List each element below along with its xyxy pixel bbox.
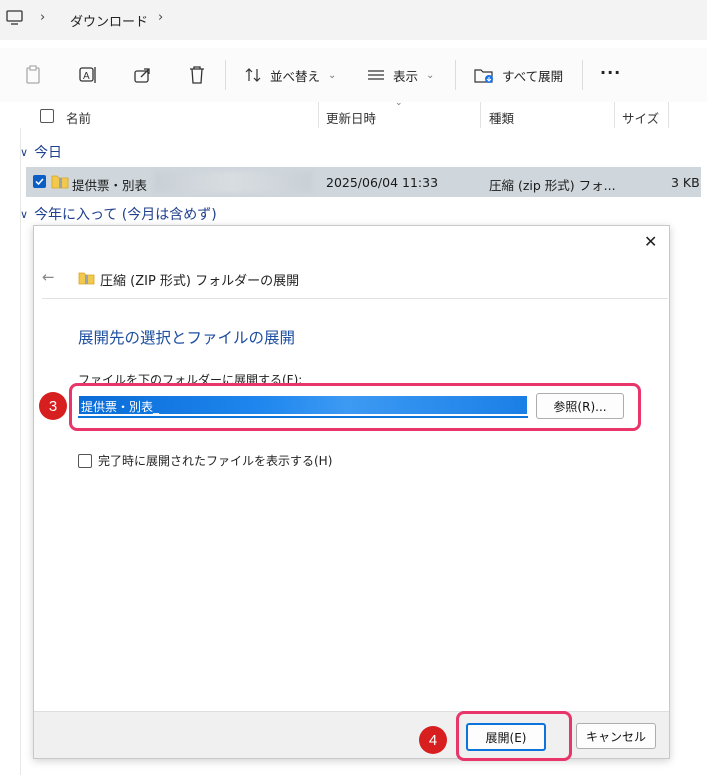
file-name: 提供票・別表: [72, 178, 148, 193]
more-options-button[interactable]: ···: [600, 63, 621, 82]
column-size[interactable]: サイズ: [622, 108, 659, 127]
rename-icon[interactable]: A: [78, 65, 98, 85]
toolbar-divider: [582, 60, 583, 90]
file-row[interactable]: 提供票・別表 2025/06/04 11:33 圧縮 (zip 形式) フォ..…: [26, 167, 701, 197]
view-label: 表示: [393, 68, 419, 84]
group-header-today[interactable]: ∨ 今日: [20, 142, 62, 162]
sort-indicator-icon: ⌄: [395, 98, 403, 108]
column-header: 名前 ⌄ 更新日時 種類 サイズ: [0, 98, 707, 128]
column-type[interactable]: 種類: [489, 108, 514, 127]
group-label: 今年に入って (今月は含めず): [34, 207, 217, 223]
check-icon: [35, 178, 44, 186]
command-bar: A 並べ替え ⌄ 表示 ⌄ すべて展開 ···: [0, 48, 707, 103]
select-all-checkbox[interactable]: [40, 109, 54, 123]
show-files-option[interactable]: 完了時に展開されたファイルを表示する(H): [78, 452, 332, 469]
svg-text:A: A: [83, 71, 90, 82]
chevron-down-icon: ∨: [20, 207, 29, 221]
extract-dialog: ✕ ← 圧縮 (ZIP 形式) フォルダーの展開 展開先の選択とファイルの展開 …: [33, 225, 670, 759]
divider: [42, 298, 668, 299]
view-icon: [368, 70, 384, 80]
computer-icon[interactable]: [6, 9, 24, 27]
highlight-box-step3: [69, 383, 641, 431]
chevron-right-icon[interactable]: ›: [158, 10, 163, 25]
back-arrow-icon[interactable]: ←: [42, 268, 55, 286]
file-size: 3 KB: [671, 175, 700, 190]
extract-folder-icon: [474, 69, 493, 83]
show-files-checkbox[interactable]: [78, 453, 92, 468]
file-type: 圧縮 (zip 形式) フォ...: [489, 178, 616, 193]
file-modified: 2025/06/04 11:33: [326, 175, 439, 190]
cancel-button[interactable]: キャンセル: [576, 723, 656, 749]
redacted-filename: [154, 172, 312, 192]
dialog-footer: 展開(E) キャンセル: [34, 711, 669, 758]
step-badge-4: 4: [419, 726, 447, 754]
group-label: 今日: [34, 145, 63, 161]
sort-icon: [245, 68, 261, 82]
close-icon[interactable]: ✕: [644, 232, 657, 251]
zip-folder-icon: [51, 175, 69, 189]
dialog-heading: 展開先の選択とファイルの展開: [78, 329, 296, 347]
show-files-label: 完了時に展開されたファイルを表示する(H): [98, 454, 333, 468]
column-divider[interactable]: [668, 102, 669, 128]
column-modified[interactable]: 更新日時: [326, 108, 376, 127]
toolbar-divider: [225, 60, 226, 90]
navigation-pane-edge[interactable]: [0, 128, 21, 775]
chevron-right-icon[interactable]: ›: [40, 10, 45, 25]
sort-button[interactable]: 並べ替え ⌄: [244, 62, 336, 88]
chevron-down-icon: ∨: [20, 145, 29, 159]
row-checkbox[interactable]: [33, 175, 46, 188]
column-divider[interactable]: [614, 102, 615, 128]
chevron-down-icon: ⌄: [328, 69, 337, 81]
highlight-box-step4: [456, 711, 572, 761]
paste-icon[interactable]: [24, 65, 42, 85]
view-button[interactable]: 表示 ⌄: [367, 62, 434, 88]
share-icon[interactable]: [133, 65, 153, 85]
chevron-down-icon: ⌄: [426, 69, 435, 81]
column-name[interactable]: 名前: [66, 108, 91, 127]
toolbar-divider: [455, 60, 456, 90]
breadcrumb-downloads[interactable]: ダウンロード: [70, 11, 148, 30]
dialog-title: 圧縮 (ZIP 形式) フォルダーの展開: [100, 274, 300, 289]
sort-label: 並べ替え: [270, 68, 321, 84]
address-bar: › ダウンロード ›: [0, 0, 707, 40]
column-divider[interactable]: [318, 102, 319, 128]
group-header-this-year[interactable]: ∨ 今年に入って (今月は含めず): [20, 204, 217, 224]
column-divider[interactable]: [480, 102, 481, 128]
extract-all-button[interactable]: すべて展開: [474, 62, 563, 88]
step-badge-3: 3: [39, 392, 67, 420]
extract-all-label: すべて展開: [502, 68, 564, 84]
zip-folder-icon: [78, 272, 95, 285]
delete-icon[interactable]: [188, 65, 206, 85]
